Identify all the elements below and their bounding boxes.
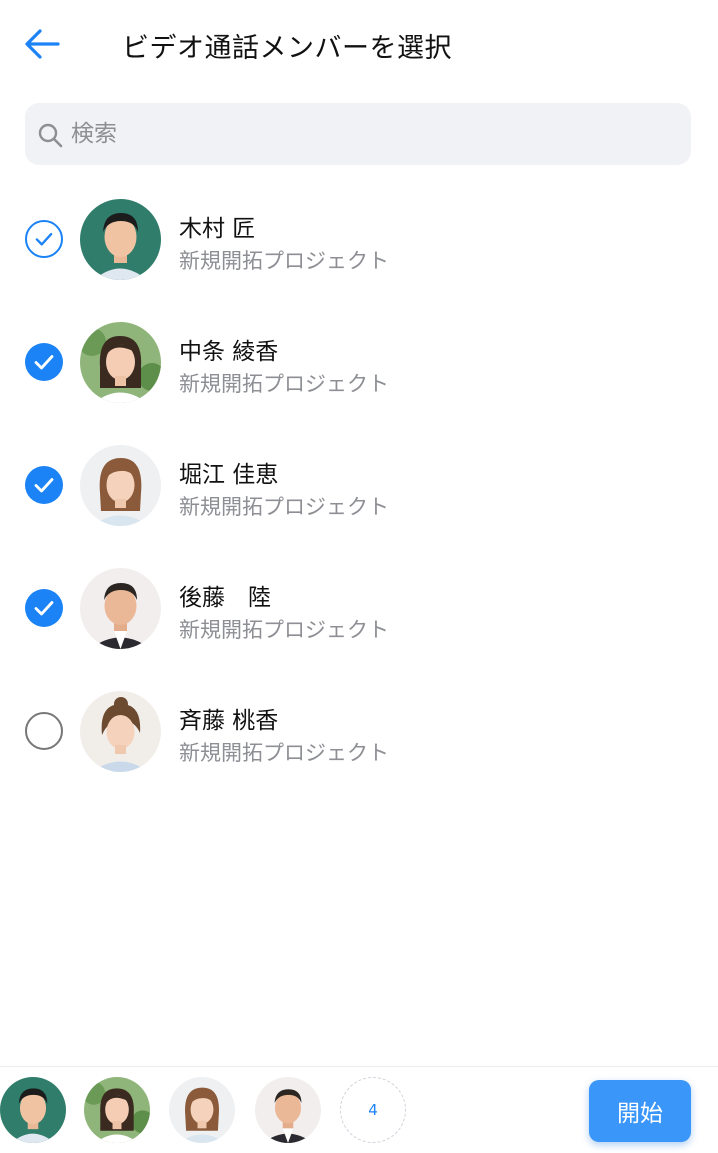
avatar	[80, 568, 161, 649]
checkbox-unchecked[interactable]	[25, 712, 63, 750]
check-icon	[35, 232, 53, 246]
search-bar[interactable]	[25, 103, 691, 165]
member-name: 堀江 佳恵	[179, 462, 279, 488]
avatar	[80, 691, 161, 772]
selected-avatar[interactable]	[169, 1077, 235, 1143]
avatar	[80, 445, 161, 526]
check-icon	[34, 355, 54, 370]
member-group: 新規開拓プロジェクト	[179, 372, 389, 396]
checkbox-checked[interactable]	[25, 220, 63, 258]
member-row[interactable]: 斉藤 桃香 新規開拓プロジェクト	[0, 675, 718, 785]
member-group: 新規開拓プロジェクト	[179, 618, 389, 642]
check-icon	[34, 601, 54, 616]
start-button[interactable]: 開始	[589, 1080, 691, 1142]
arrow-left-icon	[25, 29, 60, 59]
selected-avatar[interactable]	[0, 1077, 66, 1143]
header: ビデオ通話メンバーを選択	[0, 0, 718, 90]
checkbox-checked[interactable]	[25, 343, 63, 381]
member-name: 木村 匠	[179, 216, 256, 242]
search-input[interactable]	[71, 103, 671, 165]
member-row[interactable]: 中条 綾香 新規開拓プロジェクト	[0, 306, 718, 416]
avatar	[80, 322, 161, 403]
selected-avatar[interactable]	[84, 1077, 150, 1143]
member-row[interactable]: 後藤 陸 新規開拓プロジェクト	[0, 552, 718, 662]
avatar	[80, 199, 161, 280]
member-name: 斉藤 桃香	[179, 708, 279, 734]
member-row[interactable]: 堀江 佳恵 新規開拓プロジェクト	[0, 429, 718, 539]
selected-count-badge: 4	[340, 1077, 406, 1143]
member-row[interactable]: 木村 匠 新規開拓プロジェクト	[0, 183, 718, 293]
checkbox-checked[interactable]	[25, 589, 63, 627]
check-icon	[34, 478, 54, 493]
member-group: 新規開拓プロジェクト	[179, 495, 389, 519]
member-group: 新規開拓プロジェクト	[179, 741, 389, 765]
back-button[interactable]	[22, 24, 62, 64]
member-name: 後藤 陸	[179, 585, 271, 611]
checkbox-checked[interactable]	[25, 466, 63, 504]
member-group: 新規開拓プロジェクト	[179, 249, 389, 273]
page-title: ビデオ通話メンバーを選択	[122, 33, 452, 64]
search-icon	[38, 123, 63, 148]
selected-avatar[interactable]	[255, 1077, 321, 1143]
selection-bar: 4 開始	[0, 1066, 718, 1153]
member-name: 中条 綾香	[179, 339, 279, 365]
